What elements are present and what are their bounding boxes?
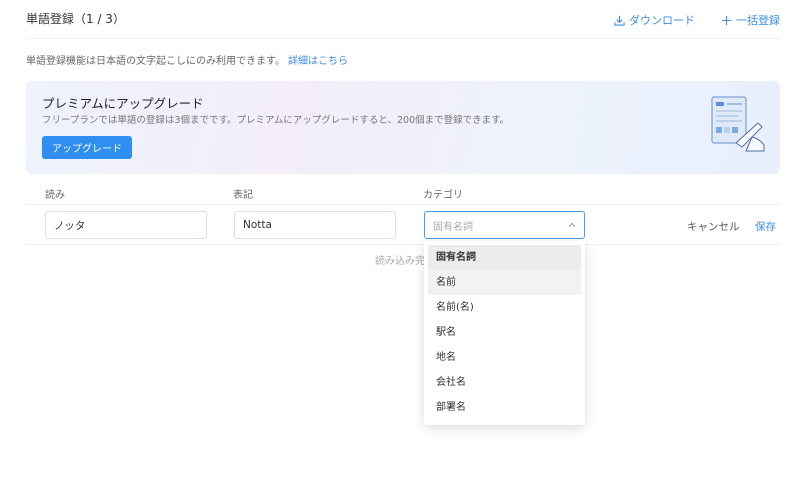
details-link[interactable]: 詳細はこちら: [288, 56, 348, 67]
word-registration-page: 単語登録（1 / 3） ダウンロード 一括登録 単語登録機能は日本語の文字起こし…: [0, 0, 800, 493]
notation-value: Notta: [243, 219, 272, 231]
category-placeholder: 固有名詞: [433, 221, 473, 233]
notice-text: 単語登録機能は日本語の文字起こしにのみ利用できます。: [26, 56, 285, 67]
dropdown-option[interactable]: 部署名: [428, 395, 581, 420]
column-label-category: カテゴリ: [423, 190, 463, 201]
dropdown-option[interactable]: 名前(名): [428, 295, 581, 320]
dropdown-option[interactable]: 地名: [428, 345, 581, 370]
download-label: ダウンロード: [629, 14, 695, 27]
reading-input[interactable]: ノッタ: [45, 211, 207, 239]
notation-input[interactable]: Notta: [234, 211, 396, 239]
document-illustration-icon: [711, 96, 765, 152]
loading-text: 読み込み完: [375, 256, 425, 267]
download-button[interactable]: ダウンロード: [614, 12, 695, 28]
plus-icon: [721, 15, 732, 25]
chevron-up-icon: [568, 222, 576, 227]
header-divider: [26, 38, 780, 39]
notice: 単語登録機能は日本語の文字起こしにのみ利用できます。 詳細はこちら: [26, 52, 348, 67]
dropdown-option[interactable]: 名前: [428, 270, 581, 295]
premium-banner: プレミアムにアップグレード フリープランでは単語の登録は3個までです。プレミアム…: [26, 81, 780, 174]
bulk-register-button[interactable]: 一括登録: [721, 12, 780, 28]
download-icon: [614, 15, 625, 26]
dropdown-option[interactable]: 駅名: [428, 320, 581, 345]
cancel-button[interactable]: キャンセル: [687, 219, 740, 234]
banner-description: フリープランでは単語の登録は3個までです。プレミアムにアップグレードすると、20…: [42, 115, 510, 126]
banner-title: プレミアムにアップグレード: [42, 96, 204, 111]
header-row-divider: [26, 204, 780, 205]
upgrade-button[interactable]: アップグレード: [42, 136, 132, 159]
page-title: 単語登録（1 / 3）: [26, 12, 125, 26]
category-dropdown: 固有名詞 名前 名前(名) 駅名 地名 会社名 部署名: [424, 241, 585, 425]
entry-row-divider: [26, 244, 780, 245]
category-select[interactable]: 固有名詞: [424, 211, 585, 239]
header-actions: ダウンロード 一括登録: [614, 12, 780, 28]
bulk-register-label: 一括登録: [736, 14, 780, 27]
reading-value: ノッタ: [54, 219, 86, 232]
column-label-notation: 表記: [233, 190, 253, 201]
column-label-reading: 読み: [45, 190, 65, 201]
save-button[interactable]: 保存: [755, 219, 776, 234]
dropdown-option[interactable]: 固有名詞: [428, 245, 581, 270]
dropdown-option[interactable]: 会社名: [428, 370, 581, 395]
